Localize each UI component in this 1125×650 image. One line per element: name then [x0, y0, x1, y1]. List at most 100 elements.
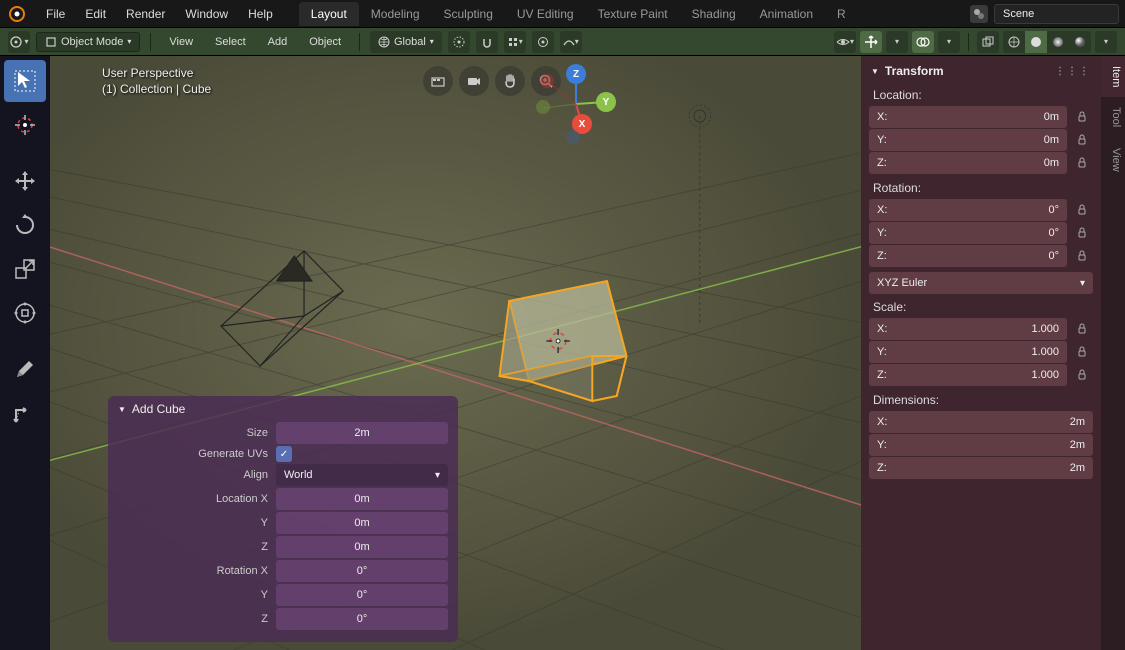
- tab-sculpting[interactable]: Sculpting: [432, 2, 505, 26]
- tab-texture-paint[interactable]: Texture Paint: [586, 2, 680, 26]
- lock-icon[interactable]: [1071, 152, 1093, 174]
- loc-z-field[interactable]: Z:0m: [869, 152, 1067, 174]
- view-pan-icon[interactable]: [495, 66, 525, 96]
- rot-x-input[interactable]: 0°: [276, 560, 448, 582]
- tool-transform[interactable]: [4, 292, 46, 334]
- tool-cursor[interactable]: [4, 104, 46, 146]
- lock-icon[interactable]: [1071, 318, 1093, 340]
- loc-z-label: Z: [118, 541, 268, 553]
- nav-axis-neg-x[interactable]: [540, 74, 554, 88]
- tool-annotate[interactable]: [4, 348, 46, 390]
- nav-axis-neg-y[interactable]: [536, 100, 550, 114]
- scene-name-input[interactable]: [994, 4, 1119, 24]
- menu-select[interactable]: Select: [207, 33, 254, 51]
- lock-icon[interactable]: [1071, 364, 1093, 386]
- tab-view[interactable]: View: [1101, 138, 1125, 182]
- tab-uv-editing[interactable]: UV Editing: [505, 2, 586, 26]
- scene-browse-icon[interactable]: [970, 5, 988, 23]
- light-object[interactable]: [689, 105, 710, 326]
- shading-dropdown-icon[interactable]: ▾: [1095, 31, 1117, 53]
- camera-object[interactable]: [221, 251, 343, 366]
- menu-view[interactable]: View: [161, 33, 201, 51]
- tab-more[interactable]: R: [825, 2, 858, 26]
- scene-selector: [970, 4, 1119, 24]
- tab-shading[interactable]: Shading: [680, 2, 748, 26]
- loc-y-input[interactable]: 0m: [276, 512, 448, 534]
- align-select[interactable]: World▾: [276, 464, 448, 486]
- tab-animation[interactable]: Animation: [748, 2, 825, 26]
- overlays-dropdown-icon[interactable]: ▾: [938, 31, 960, 53]
- tab-modeling[interactable]: Modeling: [359, 2, 432, 26]
- viewport-3d[interactable]: User Perspective (1) Collection | Cube Z…: [50, 56, 861, 650]
- tool-rotate[interactable]: [4, 204, 46, 246]
- gizmo-toggle-icon[interactable]: [860, 31, 882, 53]
- xray-toggle-icon[interactable]: [977, 31, 999, 53]
- menu-object[interactable]: Object: [301, 33, 349, 51]
- overlays-toggle-icon[interactable]: [912, 31, 934, 53]
- menu-add[interactable]: Add: [260, 33, 296, 51]
- mode-select[interactable]: Object Mode ▾: [36, 32, 140, 52]
- scale-x-field[interactable]: X:1.000: [869, 318, 1067, 340]
- redo-panel-header[interactable]: ▼ Add Cube: [118, 402, 448, 416]
- cube-object[interactable]: [499, 281, 626, 401]
- rot-z-field[interactable]: Z:0°: [869, 245, 1067, 267]
- tool-move[interactable]: [4, 160, 46, 202]
- loc-x-field[interactable]: X:0m: [869, 106, 1067, 128]
- gen-uvs-checkbox[interactable]: ✓: [276, 446, 292, 462]
- workspace-tabs: Layout Modeling Sculpting UV Editing Tex…: [299, 2, 858, 26]
- loc-y-field[interactable]: Y:0m: [869, 129, 1067, 151]
- rot-z-input[interactable]: 0°: [276, 608, 448, 630]
- shading-rendered-icon[interactable]: [1069, 31, 1091, 53]
- menu-help[interactable]: Help: [238, 3, 283, 25]
- nav-axis-neg-z[interactable]: [566, 130, 580, 144]
- lock-icon[interactable]: [1071, 106, 1093, 128]
- editor-type-icon[interactable]: ▾: [8, 31, 30, 53]
- shading-matprev-icon[interactable]: [1047, 31, 1069, 53]
- tool-select-box[interactable]: [4, 60, 46, 102]
- transform-panel-header[interactable]: ▼ Transform ⋮⋮⋮: [869, 60, 1093, 82]
- dim-x-field[interactable]: X:2m: [869, 411, 1093, 433]
- view-camera-icon[interactable]: [423, 66, 453, 96]
- tool-scale[interactable]: [4, 248, 46, 290]
- scale-z-field[interactable]: Z:1.000: [869, 364, 1067, 386]
- nav-axis-z[interactable]: Z: [566, 64, 586, 84]
- nav-gizmo[interactable]: Z Y X: [536, 64, 616, 144]
- rot-y-input[interactable]: 0°: [276, 584, 448, 606]
- loc-x-input[interactable]: 0m: [276, 488, 448, 510]
- tab-layout[interactable]: Layout: [299, 2, 359, 26]
- nav-axis-y[interactable]: Y: [596, 92, 616, 112]
- snap-toggle-icon[interactable]: [476, 31, 498, 53]
- gizmo-dropdown-icon[interactable]: ▾: [886, 31, 908, 53]
- lock-icon[interactable]: [1071, 129, 1093, 151]
- lock-icon[interactable]: [1071, 199, 1093, 221]
- menu-file[interactable]: File: [36, 3, 75, 25]
- snap-type-icon[interactable]: ▾: [504, 31, 526, 53]
- pivot-icon[interactable]: [448, 31, 470, 53]
- rot-x-field[interactable]: X:0°: [869, 199, 1067, 221]
- shading-solid-icon[interactable]: [1025, 31, 1047, 53]
- loc-z-input[interactable]: 0m: [276, 536, 448, 558]
- tab-tool[interactable]: Tool: [1101, 97, 1125, 137]
- top-menu-bar: File Edit Render Window Help Layout Mode…: [0, 0, 1125, 28]
- panel-grip-icon[interactable]: ⋮⋮⋮: [1055, 66, 1091, 77]
- rot-y-field[interactable]: Y:0°: [869, 222, 1067, 244]
- menu-render[interactable]: Render: [116, 3, 175, 25]
- scale-y-field[interactable]: Y:1.000: [869, 341, 1067, 363]
- menu-window[interactable]: Window: [175, 3, 238, 25]
- lock-icon[interactable]: [1071, 341, 1093, 363]
- lock-icon[interactable]: [1071, 222, 1093, 244]
- shading-wireframe-icon[interactable]: [1003, 31, 1025, 53]
- tab-item[interactable]: Item: [1101, 56, 1125, 97]
- dim-y-field[interactable]: Y:2m: [869, 434, 1093, 456]
- dim-z-field[interactable]: Z:2m: [869, 457, 1093, 479]
- size-input[interactable]: 2m: [276, 422, 448, 444]
- rotation-mode-select[interactable]: XYZ Euler▾: [869, 272, 1093, 294]
- proportional-edit-icon[interactable]: [532, 31, 554, 53]
- lock-icon[interactable]: [1071, 245, 1093, 267]
- view-camera-toggle-icon[interactable]: [459, 66, 489, 96]
- tool-measure[interactable]: [4, 392, 46, 434]
- menu-edit[interactable]: Edit: [75, 3, 116, 25]
- orientation-select[interactable]: Global ▾: [370, 31, 442, 53]
- visibility-icon[interactable]: ▾: [834, 31, 856, 53]
- proportional-falloff-icon[interactable]: ▾: [560, 31, 582, 53]
